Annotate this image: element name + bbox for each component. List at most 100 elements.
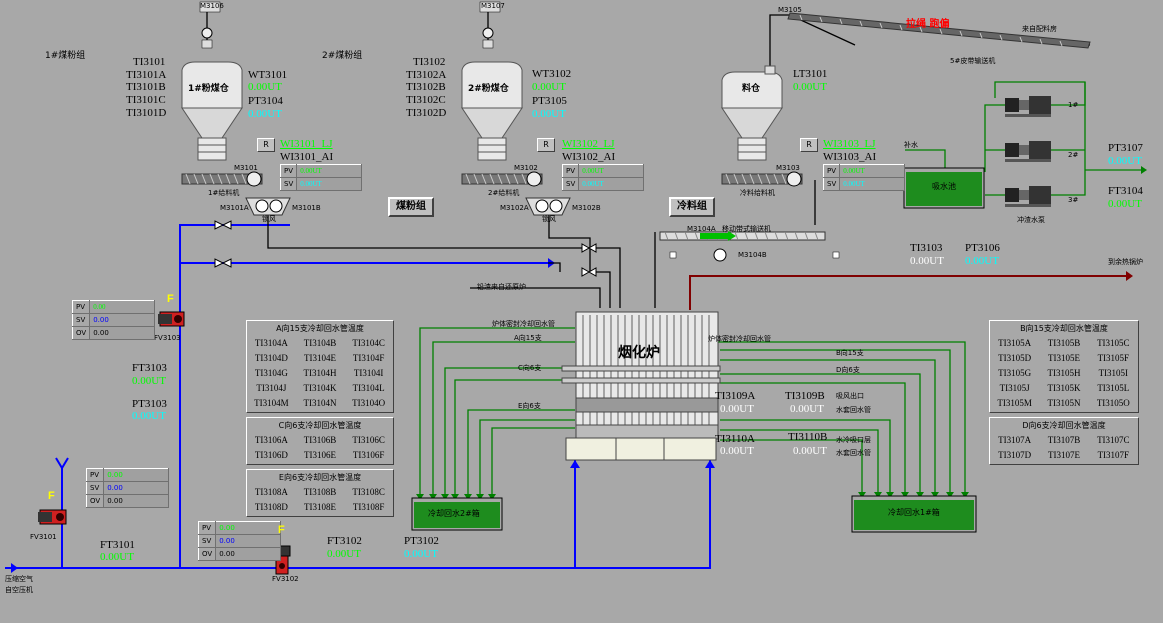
temp-tag[interactable]: TI3107F (1089, 450, 1138, 460)
temp-tag[interactable]: TI3108D (247, 502, 296, 512)
temp-tag[interactable]: TI3104I (344, 368, 393, 378)
temp-tag[interactable]: TI3107D (990, 450, 1039, 460)
process-diagram: 1#煤粉组 2#煤粉组 M3106 M3107 M3105 1#粉煤仓 2#粉煤… (0, 0, 1163, 623)
wi3103-lj-link[interactable]: WI3103_LJ (823, 139, 876, 150)
wi3102-lj-link[interactable]: WI3102_LJ (562, 139, 615, 150)
fv3102-flag-icon[interactable]: F (278, 524, 285, 536)
wi3101-sv-value[interactable]: 0.00UT (296, 177, 363, 191)
temp-tag[interactable]: TI3108A (247, 487, 296, 497)
temp-tag[interactable]: TI3107A (990, 435, 1039, 445)
temp-tag[interactable]: TI3108C (344, 487, 393, 497)
temp-tag[interactable]: TI3105D (990, 353, 1039, 363)
r-button-2[interactable]: R (537, 138, 555, 152)
pump2-label: 2# (1068, 151, 1079, 159)
ti3103-tag: TI3103 (910, 242, 943, 254)
temp-tag[interactable]: TI3104A (247, 338, 296, 348)
panel-a-grid: TI3104A TI3104B TI3104C TI3104D TI3104E TI31… (247, 338, 393, 408)
temp-tag[interactable]: TI3107B (1039, 435, 1088, 445)
fv3101-sv-value[interactable]: 0.00 (103, 481, 170, 495)
temp-tag[interactable]: TI3108E (296, 502, 345, 512)
temp-tag[interactable]: TI3105K (1039, 383, 1088, 393)
temp-tag[interactable]: TI3106F (344, 450, 393, 460)
ti3102a-tag: TI3102A (406, 69, 447, 81)
lock2-label: 锁风 (542, 215, 556, 223)
r-button-3[interactable]: R (800, 138, 818, 152)
ft3104-tag: FT3104 (1108, 185, 1143, 197)
hopper-3 (721, 65, 783, 161)
temp-tag[interactable]: TI3104E (296, 353, 345, 363)
screw-feeders (181, 171, 803, 187)
temp-tag[interactable]: TI3104B (296, 338, 345, 348)
temp-tag[interactable]: TI3105H (1039, 368, 1088, 378)
temp-tag[interactable]: TI3107E (1039, 450, 1088, 460)
fv3103-flag-icon[interactable]: F (167, 293, 174, 305)
temp-tag[interactable]: TI3104N (296, 398, 345, 408)
wi3101-lj-link[interactable]: WI3101_LJ (280, 139, 333, 150)
m3102-label: M3102 (514, 164, 538, 172)
fv3101-pv-value: 0.00 (103, 468, 170, 482)
pump-room-label: 冲渣水泵 (1017, 216, 1045, 224)
temp-tag[interactable]: TI3105I (1089, 368, 1138, 378)
ft3102-value: 0.00UT (327, 548, 361, 560)
arrow-icon (1141, 166, 1147, 174)
fv3103-pv-value: 0.00 (89, 300, 156, 314)
fv3102-ov-value[interactable]: 0.00 (215, 547, 282, 561)
temp-tag[interactable]: TI3104L (344, 383, 393, 393)
temp-tag[interactable]: TI3108F (344, 502, 393, 512)
temp-tag[interactable]: TI3105C (1089, 338, 1138, 348)
fv3101-flag-icon[interactable]: F (48, 490, 55, 502)
fv3102-sv-value[interactable]: 0.00 (215, 534, 282, 548)
airlock-1 (245, 197, 291, 216)
temp-tag[interactable]: TI3105G (990, 368, 1039, 378)
temp-tag[interactable]: TI3105E (1039, 353, 1088, 363)
temp-tag[interactable]: TI3104C (344, 338, 393, 348)
cold-material-button[interactable]: 冷料组 (669, 197, 715, 217)
ti3101c-tag: TI3101C (126, 94, 166, 106)
fv3103-sv-value[interactable]: 0.00 (89, 313, 156, 327)
temp-tag[interactable]: TI3104J (247, 383, 296, 393)
furnace-label: 烟化炉 (618, 345, 660, 361)
temp-tag[interactable]: TI3104O (344, 398, 393, 408)
wi3102-sv-value[interactable]: 0.00UT (578, 177, 645, 191)
coal-group-button[interactable]: 煤粉组 (388, 197, 434, 217)
wi3103-sv-value[interactable]: 0.00UT (839, 177, 906, 191)
r-button-1[interactable]: R (257, 138, 275, 152)
pt3107-value: 0.00UT (1108, 155, 1142, 167)
temp-tag[interactable]: TI3104F (344, 353, 393, 363)
pump1-label: 1# (1068, 101, 1079, 109)
pv-label: PV (197, 521, 217, 535)
temp-tag[interactable]: TI3104H (296, 368, 345, 378)
fv3101-ov-value[interactable]: 0.00 (103, 494, 170, 508)
pt3104-value: 0.00UT (248, 108, 282, 120)
temp-tag[interactable]: TI3106A (247, 435, 296, 445)
temp-tag[interactable]: TI3106B (296, 435, 345, 445)
pv-label: PV (71, 300, 91, 314)
ti3110a-value: 0.00UT (720, 445, 754, 457)
pv-label: PV (561, 164, 580, 178)
m3106-label: M3106 (200, 2, 224, 10)
temp-tag[interactable]: TI3105J (990, 383, 1039, 393)
wt3101-tag: WT3101 (248, 69, 288, 81)
temp-tag[interactable]: TI3106E (296, 450, 345, 460)
temp-tag[interactable]: TI3104D (247, 353, 296, 363)
temp-tag[interactable]: TI3104M (247, 398, 296, 408)
temp-tag[interactable]: TI3105A (990, 338, 1039, 348)
m3104b-label: M3104B (738, 251, 767, 259)
temp-tag[interactable]: TI3106D (247, 450, 296, 460)
arrow-icon (1126, 271, 1133, 281)
temp-tag[interactable]: TI3104G (247, 368, 296, 378)
temp-tag[interactable]: TI3108B (296, 487, 345, 497)
tank2-label: 冷却回水2#箱 (428, 509, 480, 518)
temp-tag[interactable]: TI3105N (1039, 398, 1088, 408)
temp-tag[interactable]: TI3105O (1089, 398, 1138, 408)
temp-tag[interactable]: TI3104K (296, 383, 345, 393)
temp-tag[interactable]: TI3106C (344, 435, 393, 445)
temp-tag[interactable]: TI3105F (1089, 353, 1138, 363)
temp-tag[interactable]: TI3105L (1089, 383, 1138, 393)
pt3106-tag: PT3106 (965, 242, 1000, 254)
temp-tag[interactable]: TI3107C (1089, 435, 1138, 445)
group2-label: 2#煤粉组 (322, 51, 363, 61)
fv3103-ov-value[interactable]: 0.00 (89, 326, 156, 340)
temp-tag[interactable]: TI3105M (990, 398, 1039, 408)
temp-tag[interactable]: TI3105B (1039, 338, 1088, 348)
